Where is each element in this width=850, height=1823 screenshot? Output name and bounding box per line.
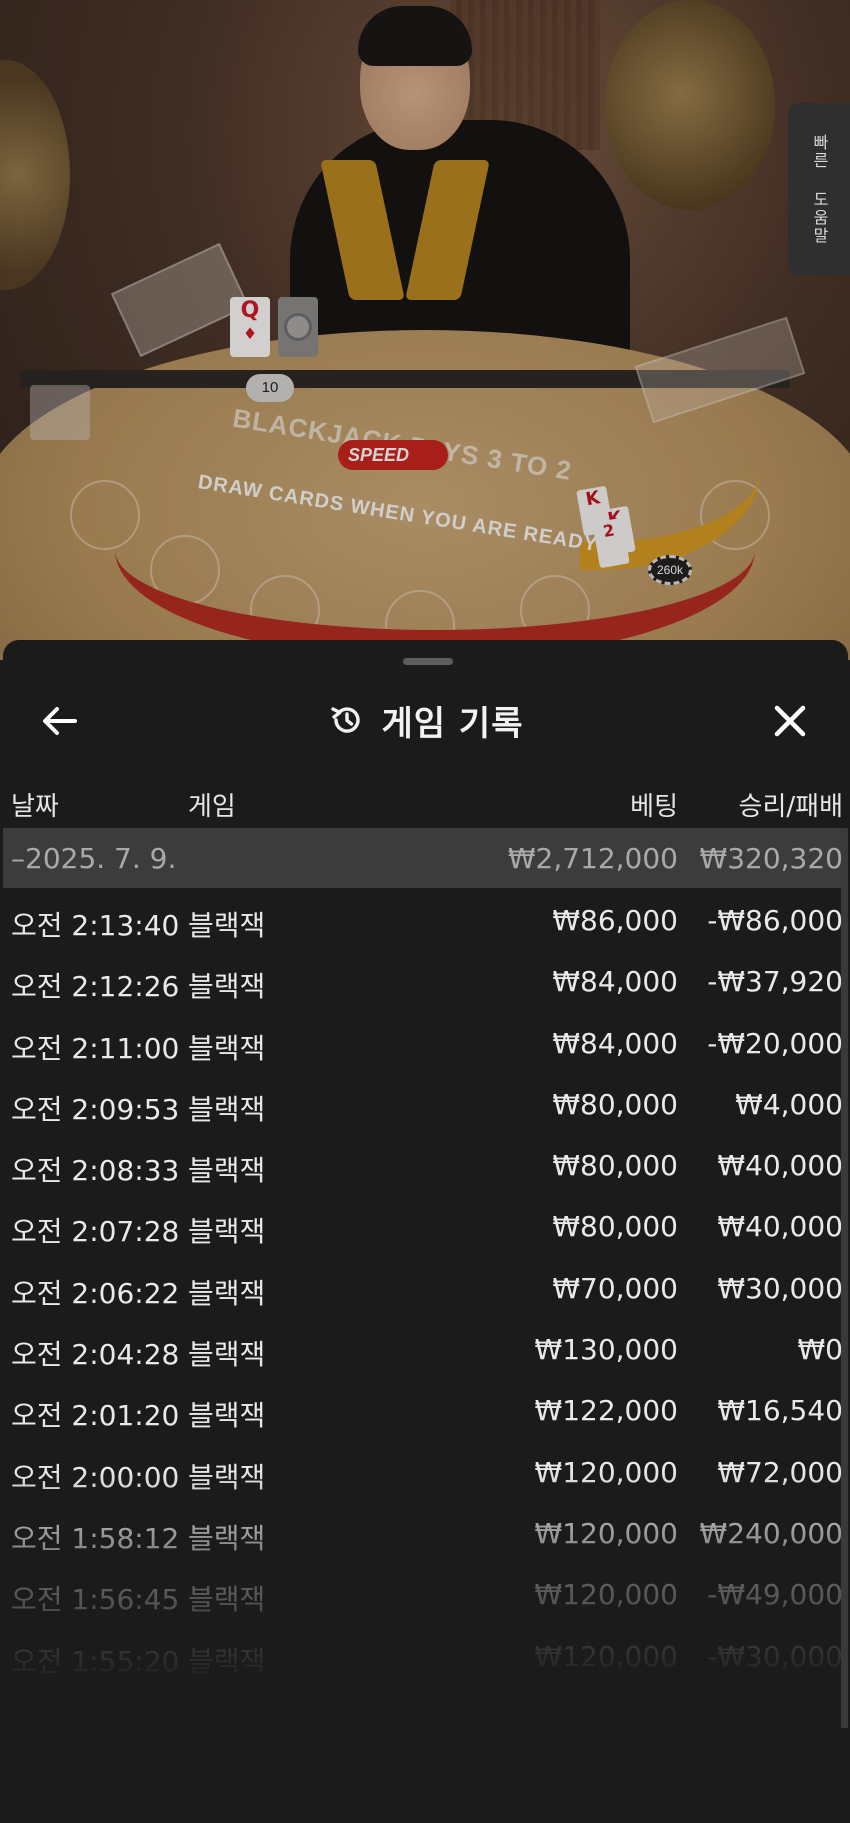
- history-row[interactable]: 오전 2:06:22 블랙잭 ₩70,000 ₩30,000: [3, 1256, 848, 1317]
- row-win-loss: -₩86,000: [707, 904, 843, 937]
- history-row[interactable]: 오전 2:12:26 블랙잭 ₩84,000 -₩37,920: [3, 949, 848, 1010]
- row-game: 블랙잭: [188, 970, 266, 1004]
- summary-win-loss-total: ₩320,320: [699, 842, 843, 875]
- row-win-loss: ₩4,000: [735, 1087, 843, 1121]
- row-time: 오전 2:07:28: [11, 1215, 180, 1249]
- live-video-feed: BLACKJACK PAYS 3 TO 2 DRAW CARDS WHEN YO…: [0, 0, 850, 660]
- scroll-fade: [3, 1470, 848, 1823]
- scrollbar[interactable]: [841, 828, 848, 1728]
- row-game: 블랙잭: [188, 1092, 266, 1126]
- row-bet: ₩84,000: [552, 1026, 678, 1060]
- arrow-left-icon: [43, 707, 77, 735]
- row-bet: ₩80,000: [552, 1210, 678, 1244]
- title-group: 게임 기록: [3, 680, 848, 760]
- back-button[interactable]: [35, 696, 85, 746]
- quick-help-tab[interactable]: 빠른 도움말: [788, 103, 850, 275]
- history-row[interactable]: 오전 2:07:28 블랙잭 ₩80,000 ₩40,000: [3, 1194, 848, 1255]
- row-time: 오전 2:11:00: [11, 1031, 180, 1065]
- row-game: 블랙잭: [188, 1154, 266, 1188]
- row-game: 블랙잭: [188, 1338, 266, 1372]
- row-bet: ₩130,000: [534, 1333, 678, 1367]
- row-time: 오전 2:13:40: [11, 909, 180, 942]
- close-icon: [774, 705, 806, 737]
- game-history-sheet: 게임 기록 날짜 게임 베팅 승리/패배 –2025. 7. 9. ₩2,712…: [3, 640, 848, 1823]
- sheet-header: 게임 기록: [3, 680, 848, 760]
- history-row[interactable]: 오전 2:09:53 블랙잭 ₩80,000 ₩4,000: [3, 1072, 848, 1133]
- row-win-loss: -₩37,920: [707, 965, 843, 999]
- row-bet: ₩80,000: [552, 1087, 678, 1121]
- row-win-loss: ₩40,000: [717, 1210, 843, 1244]
- drag-handle[interactable]: [403, 658, 453, 665]
- row-win-loss: ₩0: [797, 1333, 844, 1367]
- table-header: 날짜 게임 베팅 승리/패배: [3, 770, 848, 830]
- close-button[interactable]: [765, 696, 815, 746]
- history-row[interactable]: 오전 2:08:33 블랙잭 ₩80,000 ₩40,000: [3, 1133, 848, 1194]
- row-game: 블랙잭: [188, 1399, 266, 1433]
- row-win-loss: ₩16,540: [717, 1394, 843, 1428]
- row-time: 오전 2:04:28: [11, 1338, 180, 1372]
- video-overlay: [0, 0, 850, 660]
- column-header-win-loss: 승리/패배: [738, 792, 843, 822]
- row-bet: ₩70,000: [552, 1271, 678, 1305]
- summary-date: –2025. 7. 9.: [11, 842, 177, 875]
- history-icon: [330, 707, 360, 733]
- row-bet: ₩86,000: [552, 904, 678, 937]
- row-bet: ₩80,000: [552, 1149, 678, 1183]
- column-header-date: 날짜: [11, 792, 59, 822]
- summary-bet-total: ₩2,712,000: [507, 842, 678, 875]
- history-row[interactable]: 오전 2:04:28 블랙잭 ₩130,000 ₩0: [3, 1317, 848, 1378]
- row-win-loss: ₩40,000: [717, 1149, 843, 1183]
- page-title: 게임 기록: [381, 703, 524, 744]
- row-time: 오전 2:12:26: [11, 970, 180, 1004]
- history-row[interactable]: 오전 2:11:00 블랙잭 ₩84,000 -₩20,000: [3, 1011, 848, 1072]
- row-game: 블랙잭: [188, 1031, 266, 1065]
- row-time: 오전 2:01:20: [11, 1399, 180, 1433]
- row-win-loss: -₩20,000: [707, 1026, 843, 1060]
- row-bet: ₩84,000: [552, 965, 678, 999]
- row-time: 오전 2:06:22: [11, 1276, 180, 1310]
- row-time: 오전 2:09:53: [11, 1092, 180, 1126]
- row-game: 블랙잭: [188, 909, 266, 942]
- history-row[interactable]: 오전 2:13:40 블랙잭 ₩86,000 -₩86,000: [3, 888, 848, 949]
- date-summary-row[interactable]: –2025. 7. 9. ₩2,712,000 ₩320,320: [3, 828, 848, 888]
- row-game: 블랙잭: [188, 1276, 266, 1310]
- row-win-loss: ₩30,000: [717, 1271, 843, 1305]
- column-header-bet: 베팅: [630, 792, 678, 822]
- column-header-game: 게임: [188, 792, 236, 822]
- row-time: 오전 2:08:33: [11, 1154, 180, 1188]
- history-row[interactable]: 오전 2:01:20 블랙잭 ₩122,000 ₩16,540: [3, 1378, 848, 1439]
- row-game: 블랙잭: [188, 1215, 266, 1249]
- row-bet: ₩122,000: [534, 1394, 678, 1428]
